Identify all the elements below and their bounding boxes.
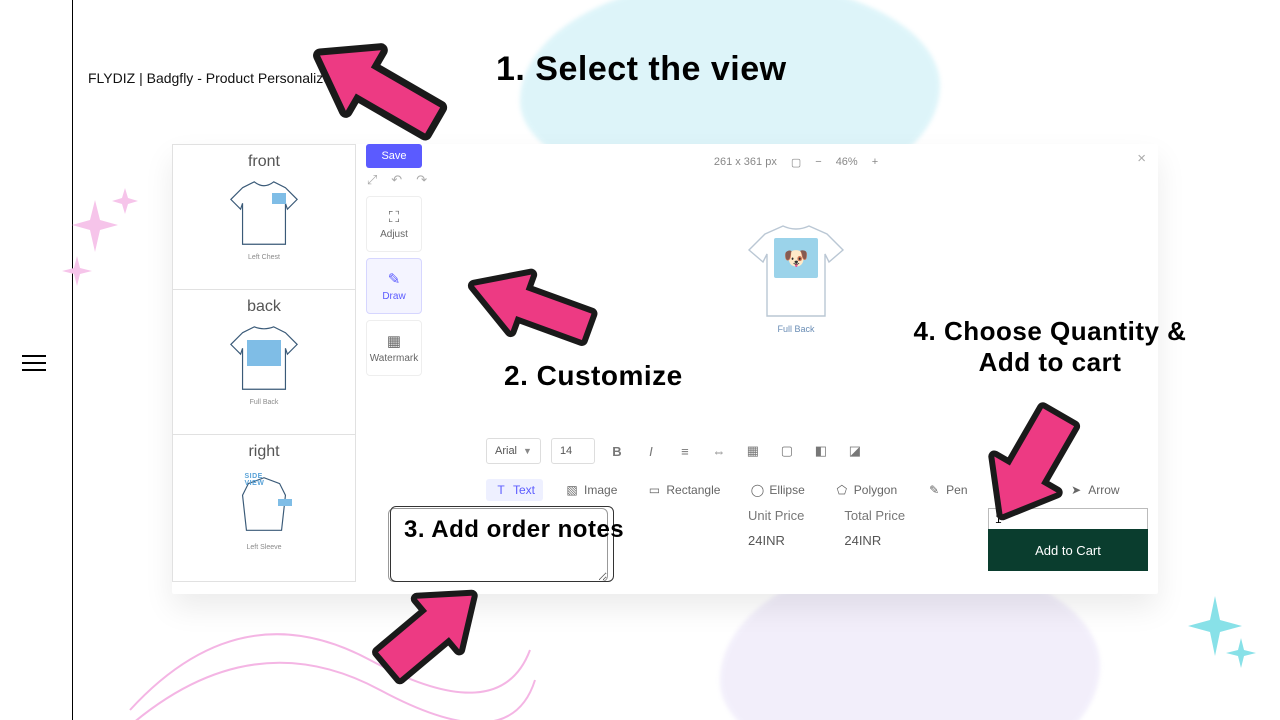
total-price: Total Price 24INR bbox=[844, 508, 905, 548]
canvas-dimensions: 261 x 361 px bbox=[714, 156, 777, 168]
annotation-arrow-2 bbox=[450, 248, 620, 368]
tool-watermark[interactable]: ▦ Watermark bbox=[366, 320, 422, 376]
pattern-icon[interactable]: ▦ bbox=[741, 439, 765, 463]
letter-spacing-icon[interactable]: ⇔ bbox=[707, 439, 731, 463]
view-back[interactable]: back Full Back bbox=[173, 290, 355, 435]
bold-icon[interactable]: B bbox=[605, 439, 629, 463]
shape-text[interactable]: TText bbox=[486, 479, 543, 501]
preview-art: 🐶 bbox=[774, 238, 818, 278]
polygon-icon: ⬠ bbox=[835, 483, 849, 497]
close-icon[interactable]: × bbox=[1137, 150, 1146, 167]
layer-icon[interactable]: ◧ bbox=[809, 439, 833, 463]
text-icon: T bbox=[494, 483, 508, 497]
crop-icon[interactable]: ▢ bbox=[791, 156, 801, 169]
annotation-arrow-3 bbox=[350, 560, 500, 710]
tool-draw[interactable]: ✎ Draw bbox=[366, 258, 422, 314]
shape-rectangle[interactable]: ▭Rectangle bbox=[639, 479, 728, 501]
shape-polygon[interactable]: ⬠Polygon bbox=[827, 479, 905, 501]
ellipse-icon: ◯ bbox=[750, 483, 764, 497]
draw-icon: ✎ bbox=[388, 270, 401, 288]
zoom-out-icon[interactable]: − bbox=[815, 156, 821, 168]
tool-column: Save ⤢ ↶ ↷ ⛶ Adjust ✎ Draw ▦ Watermark bbox=[366, 144, 428, 382]
annotation-step3: 3. Add order notes bbox=[404, 516, 624, 544]
shadow-icon[interactable]: ◪ bbox=[843, 439, 867, 463]
left-divider bbox=[72, 0, 73, 720]
zoom-level: 46% bbox=[836, 156, 858, 168]
unit-price: Unit Price 24INR bbox=[748, 508, 804, 548]
annotation-arrow-1 bbox=[290, 8, 480, 178]
font-select[interactable]: Arial▼ bbox=[486, 438, 541, 464]
adjust-icon: ⛶ bbox=[389, 209, 400, 226]
shape-image[interactable]: ▧Image bbox=[557, 479, 625, 501]
annotation-arrow-4 bbox=[960, 378, 1110, 538]
print-area bbox=[247, 340, 281, 366]
outline-icon[interactable]: ▢ bbox=[775, 439, 799, 463]
print-area bbox=[272, 193, 286, 204]
preview-caption: Full Back bbox=[741, 324, 851, 334]
print-area bbox=[278, 499, 292, 506]
view-right[interactable]: right SIDE VIEW Left Sleeve bbox=[173, 435, 355, 580]
view-list: front Left Chest back Full Back right bbox=[172, 144, 356, 582]
canvas-top-bar: 261 x 361 px ▢ − 46% + bbox=[434, 150, 1158, 174]
align-icon[interactable]: ≡ bbox=[673, 439, 697, 463]
pen-icon: ✎ bbox=[927, 483, 941, 497]
menu-icon[interactable] bbox=[22, 350, 46, 376]
preview-tee[interactable]: 🐶 Full Back bbox=[741, 224, 851, 344]
sparkle-icon bbox=[1180, 586, 1260, 676]
watermark-icon: ▦ bbox=[387, 332, 401, 350]
view-label: back bbox=[247, 298, 281, 316]
italic-icon[interactable]: I bbox=[639, 439, 663, 463]
annotation-step1: 1. Select the view bbox=[496, 50, 787, 89]
view-label: right bbox=[248, 443, 279, 461]
sparkle-icon bbox=[60, 180, 150, 290]
zoom-in-icon[interactable]: + bbox=[872, 156, 878, 168]
rectangle-icon: ▭ bbox=[647, 483, 661, 497]
image-icon: ▧ bbox=[565, 483, 579, 497]
view-label: front bbox=[248, 153, 280, 171]
font-size-input[interactable]: 14 bbox=[551, 438, 595, 464]
annotation-step4: 4. Choose Quantity & Add to cart bbox=[900, 316, 1200, 378]
shape-ellipse[interactable]: ◯Ellipse bbox=[742, 479, 812, 501]
tool-adjust[interactable]: ⛶ Adjust bbox=[366, 196, 422, 252]
